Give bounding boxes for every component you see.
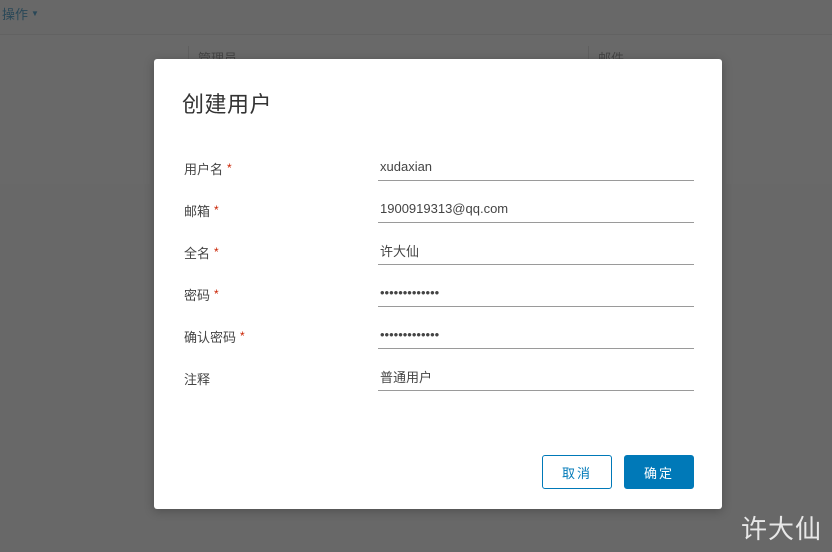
required-asterisk: *: [227, 161, 232, 175]
form-row-password: 密码 *: [182, 281, 694, 307]
dialog-footer: 取消 确定: [182, 455, 694, 489]
label-email: 邮箱 *: [182, 201, 378, 220]
form-row-username: 用户名 *: [182, 155, 694, 181]
confirm-password-field[interactable]: [378, 323, 694, 349]
required-asterisk: *: [214, 245, 219, 259]
label-fullname: 全名 *: [182, 243, 378, 262]
comment-field[interactable]: [378, 365, 694, 391]
required-asterisk: *: [240, 329, 245, 343]
password-field[interactable]: [378, 281, 694, 307]
label-password: 密码 *: [182, 285, 378, 304]
ok-button[interactable]: 确定: [624, 455, 694, 489]
email-field[interactable]: [378, 197, 694, 223]
create-user-form: 用户名 * 邮箱 * 全名 * 密码 *: [182, 155, 694, 437]
create-user-dialog: 创建用户 用户名 * 邮箱 * 全名 * 密码: [154, 59, 722, 509]
watermark-text: 许大仙: [741, 509, 822, 546]
fullname-field[interactable]: [378, 239, 694, 265]
label-confirm-password: 确认密码 *: [182, 327, 378, 346]
form-row-email: 邮箱 *: [182, 197, 694, 223]
required-asterisk: *: [214, 203, 219, 217]
username-field[interactable]: [378, 155, 694, 181]
form-row-confirm: 确认密码 *: [182, 323, 694, 349]
required-asterisk: *: [214, 287, 219, 301]
label-comment: 注释: [182, 369, 378, 388]
cancel-button[interactable]: 取消: [542, 455, 612, 489]
dialog-title: 创建用户: [182, 87, 694, 119]
form-row-fullname: 全名 *: [182, 239, 694, 265]
label-username: 用户名 *: [182, 159, 378, 178]
form-row-comment: 注释: [182, 365, 694, 391]
